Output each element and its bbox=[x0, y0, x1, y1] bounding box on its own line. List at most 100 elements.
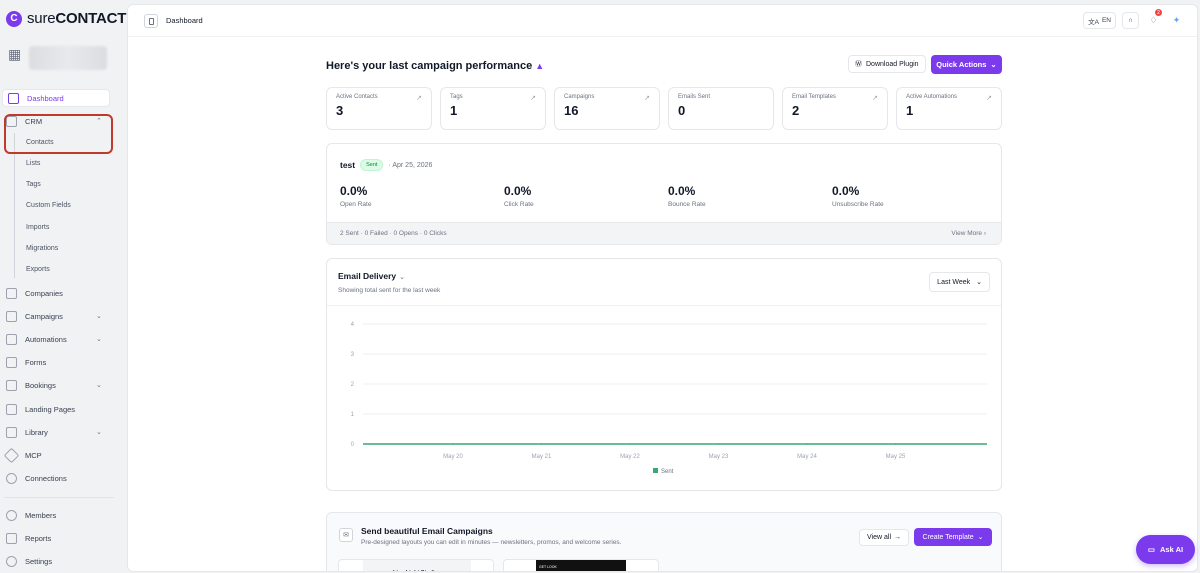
landing-page-icon bbox=[6, 403, 17, 415]
sidebar-subitem-custom-fields[interactable]: Custom Fields bbox=[26, 202, 71, 209]
sidebar-item-settings[interactable]: Settings bbox=[6, 552, 52, 570]
status-badge: Sent bbox=[360, 159, 384, 171]
chevron-down-icon: ⌄ bbox=[399, 274, 405, 281]
sidebar-subitem-tags[interactable]: Tags bbox=[26, 181, 41, 188]
stat-label: Emails Sent bbox=[678, 94, 711, 100]
stat-card-tags[interactable]: Tags 1 ↗ bbox=[440, 87, 546, 130]
sidebar-item-library[interactable]: Library ⌄ bbox=[6, 423, 102, 441]
language-button[interactable]: 文A EN bbox=[1083, 12, 1116, 29]
ask-ai-label: Ask AI bbox=[1160, 545, 1184, 554]
logo-mark-icon: C bbox=[6, 10, 22, 27]
arrow-up-right-icon[interactable]: ↗ bbox=[416, 94, 422, 102]
logo-text: sureCONTACT bbox=[27, 10, 127, 27]
workspace-switcher[interactable]: ▦ bbox=[8, 46, 116, 82]
stat-value: 0 bbox=[678, 103, 686, 118]
annotation-highlight-box bbox=[4, 114, 113, 154]
sidebar-item-forms[interactable]: Forms bbox=[6, 353, 46, 371]
create-template-button[interactable]: Create Template ⌄ bbox=[914, 528, 992, 546]
campaign-date: · Apr 25, 2026 bbox=[388, 161, 433, 169]
stat-label: Active Contacts bbox=[336, 94, 378, 100]
arrow-up-right-icon[interactable]: ↗ bbox=[530, 94, 536, 102]
calendar-icon bbox=[6, 379, 17, 391]
mcp-icon bbox=[3, 447, 20, 463]
stat-card-email-templates[interactable]: Email Templates 2 ↗ bbox=[782, 87, 888, 130]
x-tick-label: May 20 bbox=[443, 454, 463, 460]
arrow-up-right-icon[interactable]: ↗ bbox=[986, 94, 992, 102]
sidebar-item-campaigns[interactable]: Campaigns ⌄ bbox=[6, 307, 102, 325]
breadcrumb[interactable]: Dashboard bbox=[166, 16, 203, 25]
chevron-right-icon: › bbox=[983, 230, 986, 237]
arrow-up-right-icon[interactable]: ↗ bbox=[872, 94, 878, 102]
sidebar-item-label: Bookings bbox=[25, 380, 56, 390]
stat-label: Tags bbox=[450, 94, 463, 100]
delivery-chart: 0 1 2 3 4 May 20 May 21 May 22 May 23 May 24 May 2… bbox=[351, 322, 987, 475]
delivery-title[interactable]: Email Delivery ⌄ bbox=[338, 271, 405, 281]
template-thumbnail-text: LimeLight Studios bbox=[363, 560, 471, 571]
template-thumbnail[interactable]: GET LOOK bbox=[503, 559, 659, 571]
bell-icon: ♢ bbox=[1149, 15, 1158, 25]
chevron-down-icon: ⌄ bbox=[96, 313, 102, 320]
data-point bbox=[894, 443, 897, 445]
template-thumbnail[interactable]: LimeLight Studios bbox=[338, 559, 494, 571]
notifications-button[interactable]: ♢ 2 bbox=[1145, 9, 1162, 29]
chevron-down-icon: ⌄ bbox=[96, 382, 102, 389]
sidebar-item-connections[interactable]: Connections bbox=[6, 469, 67, 487]
create-template-label: Create Template bbox=[922, 533, 974, 541]
sidebar-subitem-imports[interactable]: Imports bbox=[26, 224, 49, 231]
view-all-button[interactable]: View all → bbox=[859, 529, 909, 546]
metric-bounce-rate: 0.0% Bounce Rate bbox=[668, 184, 706, 208]
sidebar-subitem-lists[interactable]: Lists bbox=[26, 160, 40, 167]
main-panel: Dashboard 文A EN ∩ ♢ 2 ✦ Here's your last… bbox=[127, 4, 1198, 572]
y-tick-label: 4 bbox=[351, 322, 355, 328]
email-delivery-card: Email Delivery ⌄ Showing total sent for t… bbox=[326, 258, 1002, 491]
stat-card-active-contacts[interactable]: Active Contacts 3 ↗ bbox=[326, 87, 432, 130]
trophy-icon: ▲ bbox=[535, 61, 545, 71]
metric-label: Unsubscribe Rate bbox=[832, 201, 884, 208]
logo[interactable]: C sureCONTACT bbox=[6, 10, 126, 27]
workflow-icon bbox=[6, 333, 17, 345]
toggle-sidebar-button[interactable] bbox=[144, 14, 158, 28]
sidebar-item-dashboard[interactable]: Dashboard bbox=[2, 89, 110, 107]
sidebar-item-mcp[interactable]: MCP bbox=[3, 446, 42, 464]
sidebar-subitem-migrations[interactable]: Migrations bbox=[26, 245, 58, 252]
support-button[interactable]: ∩ bbox=[1122, 12, 1139, 29]
template-thumbnail-text: GET LOOK bbox=[536, 560, 626, 571]
legend-swatch bbox=[653, 468, 658, 473]
sidebar-divider bbox=[4, 497, 114, 498]
metric-label: Bounce Rate bbox=[668, 201, 706, 208]
metric-click-rate: 0.0% Click Rate bbox=[504, 184, 534, 208]
data-point bbox=[452, 443, 454, 445]
y-tick-label: 0 bbox=[351, 442, 355, 448]
sidebar-item-members[interactable]: Members bbox=[6, 506, 56, 524]
quick-actions-button[interactable]: Quick Actions ⌄ bbox=[931, 55, 1002, 74]
sidebar-item-reports[interactable]: Reports bbox=[6, 529, 51, 547]
sparkle-button[interactable]: ✦ bbox=[1168, 12, 1185, 29]
stat-card-emails-sent[interactable]: Emails Sent 0 bbox=[668, 87, 774, 130]
ask-ai-button[interactable]: ▭ Ask AI bbox=[1136, 535, 1195, 564]
promo-title: Send beautiful Email Campaigns bbox=[361, 526, 493, 536]
metric-value: 0.0% bbox=[668, 184, 696, 198]
stat-card-active-automations[interactable]: Active Automations 1 ↗ bbox=[896, 87, 1002, 130]
chevron-down-icon: ⌄ bbox=[990, 60, 997, 69]
arrow-up-right-icon[interactable]: ↗ bbox=[644, 94, 650, 102]
sidebar-item-label: Settings bbox=[25, 556, 53, 566]
campaign-name[interactable]: test bbox=[340, 160, 355, 170]
x-tick-label: May 22 bbox=[620, 454, 640, 460]
sidebar-item-landing-pages[interactable]: Landing Pages bbox=[6, 400, 75, 418]
sidebar-item-automations[interactable]: Automations ⌄ bbox=[6, 330, 102, 348]
delivery-subtitle: Showing total sent for the last week bbox=[338, 287, 441, 294]
sidebar-item-label: Dashboard bbox=[27, 93, 64, 103]
sidebar-subitem-exports[interactable]: Exports bbox=[26, 266, 50, 273]
x-tick-label: May 25 bbox=[886, 454, 906, 460]
arrow-right-icon: → bbox=[894, 534, 901, 541]
stat-value: 1 bbox=[450, 103, 458, 118]
sidebar-item-bookings[interactable]: Bookings ⌄ bbox=[6, 376, 102, 394]
stat-card-campaigns[interactable]: Campaigns 16 ↗ bbox=[554, 87, 660, 130]
download-plugin-button[interactable]: Ⓦ Download Plugin bbox=[848, 55, 926, 73]
x-tick-label: May 23 bbox=[709, 454, 729, 460]
period-select[interactable]: Last Week ⌄ bbox=[929, 272, 990, 292]
sidebar-item-companies[interactable]: Companies bbox=[6, 284, 63, 302]
view-all-label: View all bbox=[867, 534, 891, 541]
sidebar-item-label: Forms bbox=[25, 357, 47, 367]
view-more-link[interactable]: View More › bbox=[951, 230, 986, 237]
